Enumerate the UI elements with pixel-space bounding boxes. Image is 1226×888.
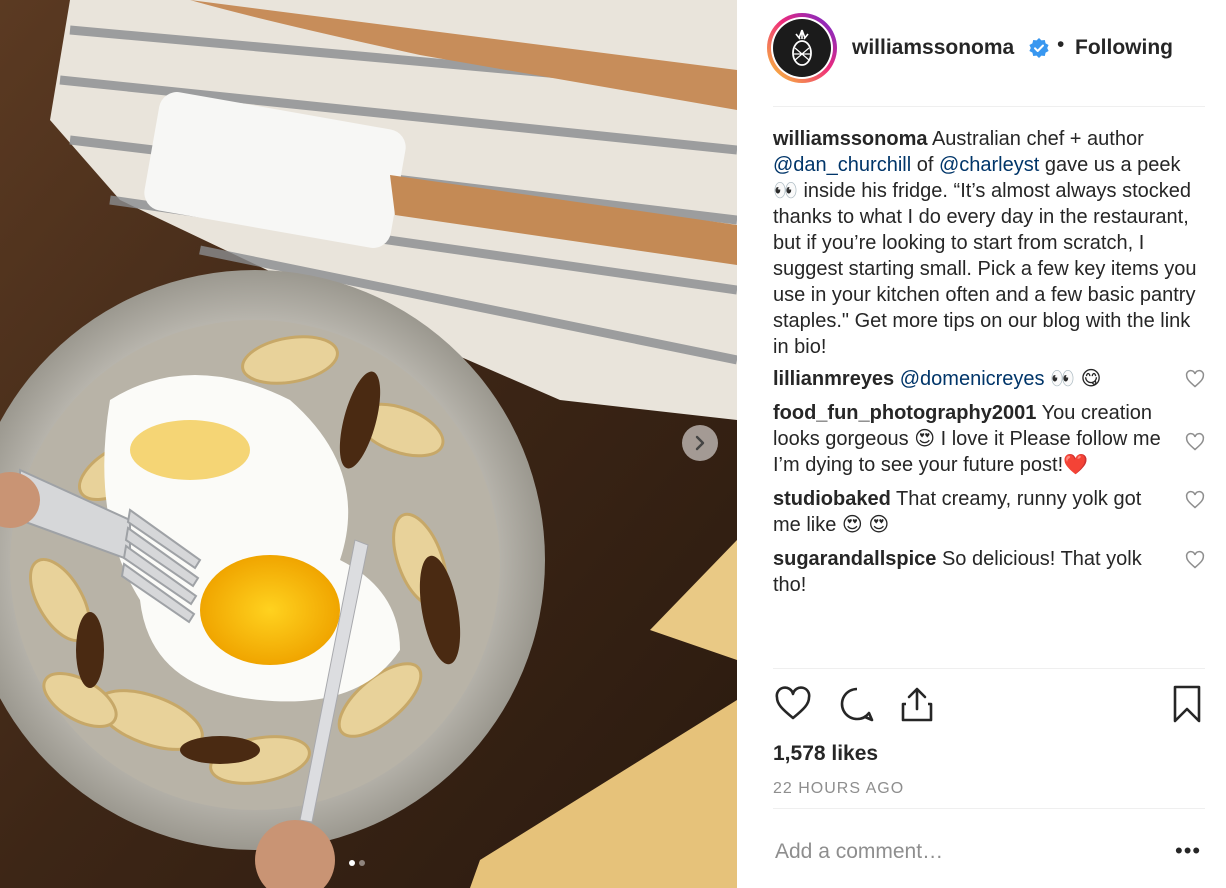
comments-section: williamssonoma Australian chef + author …: [773, 126, 1205, 598]
comment-username[interactable]: food_fun_photography2001: [773, 402, 1036, 424]
carousel-dot: [359, 860, 365, 866]
post-details-panel: williamssonoma • Following williamssonom…: [737, 0, 1226, 888]
caption-text: Australian chef + author: [931, 128, 1144, 150]
comment-username[interactable]: studiobaked: [773, 488, 891, 510]
post-header: williamssonoma • Following: [737, 0, 1226, 107]
pineapple-logo-icon: [792, 29, 812, 66]
comment: studiobaked That creamy, runny yolk got …: [773, 486, 1205, 538]
comment-text: 👀 😋: [1044, 368, 1102, 390]
likes-count[interactable]: 1,578 likes: [773, 742, 878, 766]
share-icon[interactable]: [897, 684, 937, 724]
bookmark-icon[interactable]: [1167, 684, 1207, 724]
heart-icon[interactable]: [1185, 490, 1205, 510]
post-timestamp[interactable]: 22 HOURS AGO: [773, 780, 904, 798]
comment: sugarandallspice So delicious! That yolk…: [773, 546, 1205, 598]
caption-text: inside his fridge. “It’s almost always s…: [773, 180, 1197, 358]
comments-divider: [773, 668, 1205, 669]
comment: food_fun_photography2001 You creation lo…: [773, 400, 1205, 478]
caption-text: gave us a peek: [1039, 154, 1181, 176]
food-photo-illustration: [0, 0, 737, 888]
header-separator: •: [1057, 33, 1065, 56]
comment-username[interactable]: sugarandallspice: [773, 548, 936, 570]
post-photo[interactable]: [0, 0, 737, 888]
next-photo-button[interactable]: [682, 425, 718, 461]
carousel-dot-active: [349, 860, 355, 866]
heart-icon[interactable]: [1185, 369, 1205, 389]
comment: lillianmreyes @domenicreyes 👀 😋: [773, 366, 1205, 392]
heart-icon[interactable]: [1185, 432, 1205, 452]
add-comment-input[interactable]: Add a comment…: [775, 840, 943, 864]
footer-divider: [773, 808, 1205, 809]
heart-icon[interactable]: [773, 684, 813, 724]
caption-username[interactable]: williamssonoma: [773, 128, 928, 150]
mention-link[interactable]: @dan_churchill: [773, 154, 911, 176]
avatar[interactable]: [767, 13, 837, 83]
following-button[interactable]: Following: [1075, 36, 1173, 60]
eyes-emoji: 👀: [773, 180, 798, 202]
carousel-indicator: [349, 860, 365, 866]
heart-icon[interactable]: [1185, 550, 1205, 570]
verified-badge-icon: [1029, 38, 1049, 58]
header-divider: [773, 106, 1205, 107]
post-caption: williamssonoma Australian chef + author …: [773, 126, 1205, 360]
action-bar: [773, 684, 1213, 728]
comment-username[interactable]: lillianmreyes: [773, 368, 894, 390]
chevron-right-icon: [695, 435, 705, 451]
mention-link[interactable]: @domenicreyes: [900, 368, 1045, 390]
caption-text: of: [911, 154, 939, 176]
mention-link[interactable]: @charleyst: [939, 154, 1039, 176]
more-options-button[interactable]: •••: [1175, 838, 1201, 864]
header-username[interactable]: williamssonoma: [852, 36, 1014, 60]
comment-icon[interactable]: [837, 684, 877, 724]
